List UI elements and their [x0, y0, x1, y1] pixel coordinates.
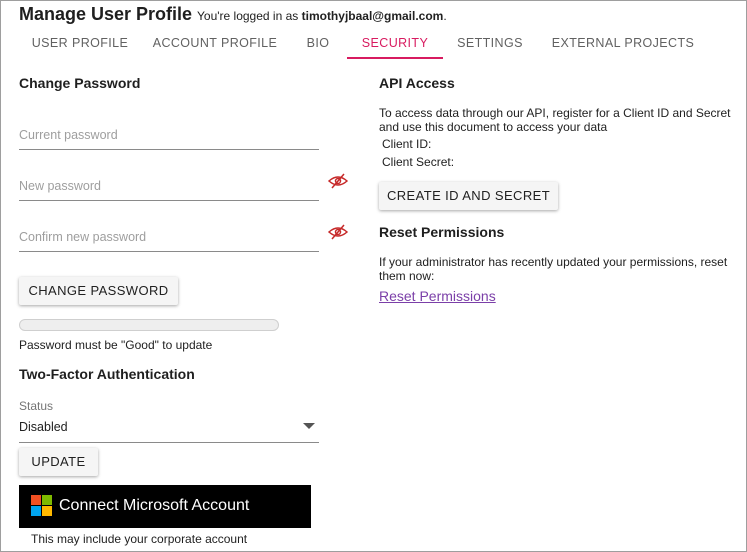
confirm-password-input[interactable] — [19, 222, 319, 251]
new-password-input[interactable] — [19, 171, 319, 200]
client-secret-label: Client Secret: — [382, 155, 455, 169]
api-access-heading: API Access — [379, 75, 455, 91]
new-password-field — [19, 171, 319, 201]
login-email: timothyjbaal@gmail.com — [301, 9, 444, 23]
active-tab-indicator — [347, 57, 443, 59]
tab-account-profile[interactable]: ACCOUNT PROFILE — [147, 29, 283, 61]
client-id-label: Client ID: — [382, 137, 432, 151]
connect-microsoft-button[interactable]: Connect Microsoft Account — [19, 485, 311, 528]
reset-permissions-description: If your administrator has recently updat… — [379, 255, 728, 283]
login-suffix: . — [443, 9, 447, 23]
dropdown-arrow-icon — [303, 423, 315, 429]
login-prefix: You're logged in as — [197, 9, 299, 23]
status-value: Disabled — [19, 420, 68, 434]
connect-microsoft-label: Connect Microsoft Account — [59, 497, 250, 514]
update-button[interactable]: UPDATE — [19, 448, 98, 476]
reset-permissions-link[interactable]: Reset Permissions — [379, 288, 496, 304]
current-password-field — [19, 120, 319, 150]
current-password-input[interactable] — [19, 120, 319, 149]
confirm-password-field — [19, 222, 319, 252]
password-strength-hint: Password must be "Good" to update — [19, 338, 213, 352]
eye-off-icon[interactable] — [328, 173, 348, 189]
login-info: You're logged in as timothyjbaal@gmail.c… — [197, 9, 447, 23]
page-title: Manage User Profile — [19, 4, 193, 24]
api-access-description: To access data through our API, register… — [379, 106, 731, 134]
change-password-heading: Change Password — [19, 75, 141, 91]
change-password-button[interactable]: CHANGE PASSWORD — [19, 277, 178, 305]
create-id-secret-button[interactable]: CREATE ID AND SECRET — [379, 182, 558, 210]
status-label: Status — [19, 399, 54, 413]
tab-user-profile[interactable]: USER PROFILE — [19, 29, 141, 61]
tab-bio[interactable]: BIO — [296, 29, 340, 61]
tab-settings[interactable]: SETTINGS — [451, 29, 529, 61]
two-factor-heading: Two-Factor Authentication — [19, 366, 195, 382]
microsoft-note: This may include your corporate account — [31, 532, 248, 546]
status-select[interactable]: Disabled — [19, 415, 319, 443]
password-strength-bar — [19, 319, 279, 331]
eye-off-icon[interactable] — [328, 224, 348, 240]
tab-external-projects[interactable]: EXTERNAL PROJECTS — [545, 29, 701, 61]
microsoft-logo-icon — [31, 495, 52, 516]
window-frame: Manage User Profile You're logged in as … — [0, 0, 747, 552]
reset-permissions-heading: Reset Permissions — [379, 224, 505, 240]
